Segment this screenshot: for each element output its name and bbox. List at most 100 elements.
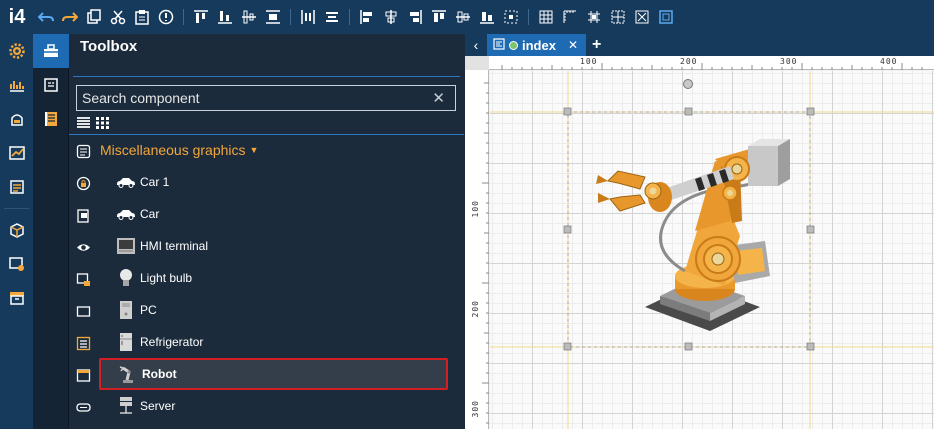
hmi-terminal-icon [115, 236, 137, 256]
clear-search-icon[interactable]: ✕ [432, 89, 445, 107]
robot-graphic [596, 139, 790, 331]
center-vertical-icon[interactable] [452, 6, 474, 28]
package-icon[interactable] [0, 213, 33, 247]
toolbox-icon[interactable] [33, 34, 69, 68]
align-right-icon[interactable] [404, 6, 426, 28]
item-label: Server [140, 399, 176, 413]
caret-down-icon: ▼ [249, 145, 259, 155]
layout-category-icon[interactable] [69, 263, 97, 295]
media-category-icon[interactable] [69, 199, 97, 231]
snap-object-icon[interactable] [631, 6, 653, 28]
distribute-vertical-icon[interactable] [262, 6, 284, 28]
cut-icon[interactable] [107, 6, 129, 28]
list-view-icon[interactable] [76, 116, 91, 130]
view-category-icon[interactable] [69, 231, 97, 263]
security-category-icon[interactable] [69, 167, 97, 199]
item-label: Car 1 [140, 175, 170, 189]
screen-settings-icon[interactable] [0, 247, 33, 281]
rotate-handle [683, 79, 693, 89]
item-label: HMI terminal [140, 239, 209, 253]
component-list: Car 1 Car HMI terminal Light bulb PC Ref… [99, 166, 449, 422]
main-toolbar: i4 [0, 0, 934, 34]
close-tab-icon[interactable]: ✕ [568, 38, 578, 52]
editor-area: ‹ index ✕ + 100 200 300 400 100 200 300 [465, 34, 934, 429]
list-item-pc[interactable]: PC [99, 294, 449, 326]
resize-handle [563, 342, 572, 351]
category-dropdown[interactable]: Miscellaneous graphics ▼ [100, 142, 258, 158]
components-icon[interactable] [33, 68, 69, 102]
light-bulb-icon [115, 268, 137, 288]
category-rail [69, 135, 97, 423]
search-box: ✕ [76, 85, 456, 111]
zoom-fit-icon[interactable] [655, 6, 677, 28]
align-left-icon[interactable] [356, 6, 378, 28]
align-bottom-icon[interactable] [214, 6, 236, 28]
ruler-label: 200 [471, 300, 480, 318]
toolbar-divider [528, 9, 529, 25]
status-dot-icon [509, 40, 518, 50]
vertical-ruler: 100 200 300 [465, 70, 489, 429]
align-middle-icon[interactable] [238, 6, 260, 28]
list-item-server[interactable]: Server [99, 390, 449, 422]
resize-handle [806, 107, 815, 116]
main-sidebar [0, 34, 33, 429]
search-input[interactable] [77, 86, 417, 110]
list-item-car[interactable]: Car [99, 198, 449, 230]
panel-title: Toolbox [80, 38, 138, 55]
center-horizontal-icon[interactable] [380, 6, 402, 28]
toolbox-panel: Toolbox ✕ Miscellaneous graphics ▼ [69, 34, 464, 429]
dashboard-icon[interactable] [0, 68, 33, 102]
grid-view-icon[interactable] [95, 116, 110, 130]
toolbar-divider [183, 9, 184, 25]
grid-icon[interactable] [535, 6, 557, 28]
info-icon[interactable] [155, 6, 177, 28]
pages-icon[interactable] [33, 102, 69, 136]
resize-handle [563, 225, 572, 234]
input-category-icon[interactable] [69, 391, 97, 423]
app-window: i4 Toolbox Search component ✕ Miscellane… [0, 0, 934, 429]
paste-icon[interactable] [131, 6, 153, 28]
category-divider [69, 134, 464, 135]
guides-icon[interactable] [607, 6, 629, 28]
copy-icon[interactable] [83, 6, 105, 28]
title-divider [73, 76, 460, 77]
ruler-label: 400 [880, 57, 898, 66]
chevron-left-icon[interactable]: ‹ [465, 34, 487, 56]
trend-icon[interactable] [0, 136, 33, 170]
ruler-icon[interactable] [559, 6, 581, 28]
misc-category-icon[interactable] [69, 135, 97, 167]
align-top-icon[interactable] [190, 6, 212, 28]
item-label: PC [140, 303, 157, 317]
distribute-horizontal-icon[interactable] [297, 6, 319, 28]
container-category-icon[interactable] [69, 295, 97, 327]
align-bottom-edge-icon[interactable] [476, 6, 498, 28]
select-region-icon[interactable] [500, 6, 522, 28]
list-item-refrigerator[interactable]: Refrigerator [99, 326, 449, 358]
report-icon[interactable] [0, 170, 33, 204]
list-category-icon[interactable] [69, 327, 97, 359]
window-category-icon[interactable] [69, 359, 97, 391]
archive-icon[interactable] [0, 281, 33, 315]
snap-grid-icon[interactable] [583, 6, 605, 28]
refrigerator-icon [115, 332, 137, 352]
align-top-edge-icon[interactable] [428, 6, 450, 28]
sidebar-divider [4, 208, 29, 209]
ruler-corner [465, 56, 489, 70]
tab-bar: ‹ index ✕ + [465, 34, 934, 56]
pc-icon [115, 300, 137, 320]
settings-icon[interactable] [0, 34, 33, 68]
list-item-car-1[interactable]: Car 1 [99, 166, 449, 198]
alarm-icon[interactable] [0, 102, 33, 136]
align-center-icon[interactable] [321, 6, 343, 28]
list-item-robot[interactable]: Robot [99, 358, 448, 390]
ruler-ticks [482, 82, 489, 424]
resize-handle [563, 107, 572, 116]
add-tab-icon[interactable]: + [592, 36, 601, 54]
car-icon [115, 172, 137, 192]
list-item-light-bulb[interactable]: Light bulb [99, 262, 449, 294]
undo-icon[interactable] [35, 6, 57, 28]
list-item-hmi-terminal[interactable]: HMI terminal [99, 230, 449, 262]
design-canvas[interactable] [490, 71, 934, 429]
redo-icon[interactable] [59, 6, 81, 28]
tab-index[interactable]: index ✕ [487, 34, 587, 56]
